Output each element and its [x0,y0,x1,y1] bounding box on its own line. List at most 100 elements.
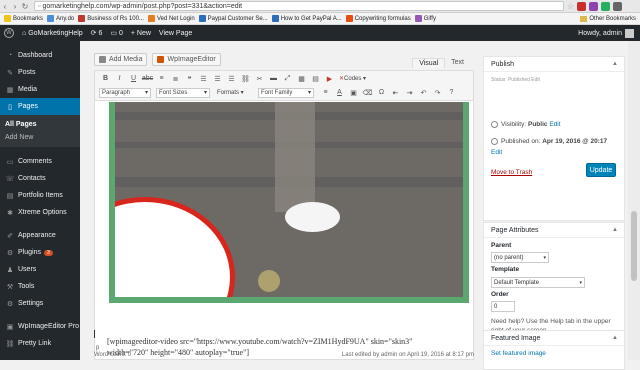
indent-icon[interactable]: ⇥ [403,87,416,98]
set-featured-image-link[interactable]: Set featured image [491,350,546,357]
paw-shape [285,202,340,232]
justify-icon[interactable]: ≡ [319,87,332,98]
move-to-trash-link[interactable]: Move to Trash [491,169,532,176]
other-bookmarks[interactable]: Other Bookmarks [580,15,636,22]
unlink-icon[interactable]: ✂ [253,73,266,84]
link-icon[interactable]: ⛓ [239,73,252,84]
published-edit-link[interactable]: Edit [491,149,502,156]
bold-icon[interactable]: B [99,73,112,84]
sidebar-item-wpimageeditor-pro[interactable]: ▣ WpImageEditor Pro [0,318,80,335]
sidebar-item-pages[interactable]: ▯ Pages [0,98,80,115]
sidebar-item-pretty-link[interactable]: ⛓ Pretty Link [0,335,80,352]
sidebar-item-comments[interactable]: ▭ Comments [0,153,80,170]
address-bar[interactable]: ▫ gomarketinghelp.com/wp-admin/post.php?… [34,1,564,11]
editor-content[interactable]: [wpimageeditor-video src="https://www.yo… [95,102,473,360]
align-right-icon[interactable]: ☰ [225,73,238,84]
view-page-link[interactable]: View Page [159,30,192,37]
align-left-icon[interactable]: ☰ [197,73,210,84]
table-icon[interactable]: ▤ [309,73,322,84]
page-scrollbar[interactable] [628,41,640,360]
bookmark-item[interactable]: Ved Net Login [147,15,195,22]
text-color-icon[interactable]: A [333,87,346,98]
sidebar-item-settings[interactable]: ⚙ Settings [0,295,80,312]
submenu-add-new[interactable]: Add New [0,131,80,144]
add-media-button[interactable]: Add Media [94,53,148,66]
update-button[interactable]: Update [586,163,616,177]
back-icon[interactable]: ‹ [0,2,10,11]
underline-icon[interactable]: U [127,73,140,84]
more-icon[interactable]: ▬ [267,73,280,84]
extension-icon[interactable] [577,1,587,11]
bookmark-label: Paypal Customer Se... [207,15,268,22]
paste-text-icon[interactable]: ▣ [347,87,360,98]
bullet-list-icon[interactable]: ≡ [155,73,168,84]
bookmark-item[interactable]: Business of Rs 100... [78,15,144,22]
parent-select[interactable]: (no parent) ▾ [491,252,549,263]
sidebar-item-plugins[interactable]: ⚙ Plugins 3 [0,244,80,261]
font-sizes-select[interactable]: Font Sizes ▾ [156,87,210,98]
tab-visual[interactable]: Visual [412,58,446,68]
wpimageeditor-button[interactable]: WpImageEditor [152,53,221,66]
outdent-icon[interactable]: ⇤ [389,87,402,98]
star-icon[interactable]: ☆ [567,2,574,11]
visibility-edit-link[interactable]: Edit [549,121,560,128]
clear-format-icon[interactable]: ⌫ [361,87,374,98]
bookmark-item[interactable]: Any.do [47,15,74,22]
video-preview[interactable] [109,102,469,303]
font-family-select[interactable]: Font Family ▾ [258,87,314,98]
align-center-icon[interactable]: ☰ [211,73,224,84]
comments-link[interactable]: ▭ 0 [110,29,122,38]
sidebar-item-portfolio-items[interactable]: ▤ Portfolio Items [0,187,80,204]
menu-icon[interactable] [613,1,623,11]
account-menu[interactable]: Howdy, admin [578,28,634,38]
bookmark-item[interactable]: Bookmarks [4,15,43,22]
redo-icon[interactable]: ↷ [431,87,444,98]
bookmark-item[interactable]: Giffy [414,15,436,22]
publish-header[interactable]: Publish ▲ [484,57,624,72]
contacts-icon: ☏ [5,175,15,183]
help-icon[interactable]: ? [445,87,458,98]
sidebar-item-xtreme-options[interactable]: ✱ Xtreme Options [0,204,80,221]
toolbar-toggle-icon[interactable]: ▦ [295,73,308,84]
collapse-icon[interactable]: ▲ [612,227,618,233]
sidebar-item-contacts[interactable]: ☏ Contacts [0,170,80,187]
collapse-icon[interactable]: ▲ [612,61,618,67]
submenu-all-pages[interactable]: All Pages [0,118,80,131]
page-attributes-header[interactable]: Page Attributes ▲ [484,223,624,238]
scrollbar-thumb[interactable] [631,211,637,281]
special-char-icon[interactable]: Ω [375,87,388,98]
extension-icon[interactable] [589,1,599,11]
sidebar-item-posts[interactable]: ✎ Posts [0,64,80,81]
formats-menu[interactable]: Formats ▾ [215,88,253,98]
bookmark-item[interactable]: Copywriting formulas [345,15,411,22]
undo-icon[interactable]: ↶ [417,87,430,98]
blockquote-icon[interactable]: ❝ [183,73,196,84]
fullscreen-icon[interactable]: ⤢ [281,73,294,84]
forward-icon[interactable]: › [10,2,20,11]
extension-icon[interactable] [601,1,611,11]
format-select[interactable]: Paragraph ▾ [99,87,151,98]
sidebar-item-users[interactable]: ♟ Users [0,261,80,278]
sidebar-item-media[interactable]: ▦ Media [0,81,80,98]
reload-icon[interactable]: ↻ [20,2,30,11]
template-select[interactable]: Default Template ▾ [491,277,585,288]
sidebar-item-tools[interactable]: ⚒ Tools [0,278,80,295]
site-name-link[interactable]: ⌂ GoMarketingHelp [22,30,83,37]
bookmark-item[interactable]: Paypal Customer Se... [198,15,268,22]
italic-icon[interactable]: I [113,73,126,84]
codes-menu[interactable]: ✕ Codes ▾ [337,74,368,84]
order-input[interactable]: 0 [491,301,515,312]
collapse-icon[interactable]: ▲ [612,335,618,341]
numbered-list-icon[interactable]: ≣ [169,73,182,84]
new-link[interactable]: + New [131,30,151,37]
bookmark-item[interactable]: How to Get PayPal A... [271,15,342,22]
tab-text[interactable]: Text [445,58,470,68]
strikethrough-icon[interactable]: abc [141,73,154,84]
sidebar-item-dashboard[interactable]: ◔ Dashboard [0,47,80,64]
sidebar-item-label: Users [18,266,37,273]
video-icon[interactable]: ▶ [323,73,336,84]
featured-image-header[interactable]: Featured Image ▲ [484,331,624,346]
updates-link[interactable]: ⟳ 6 [91,29,103,38]
sidebar-item-appearance[interactable]: ✐ Appearance [0,227,80,244]
wordpress-logo-icon[interactable]: W [4,28,14,38]
